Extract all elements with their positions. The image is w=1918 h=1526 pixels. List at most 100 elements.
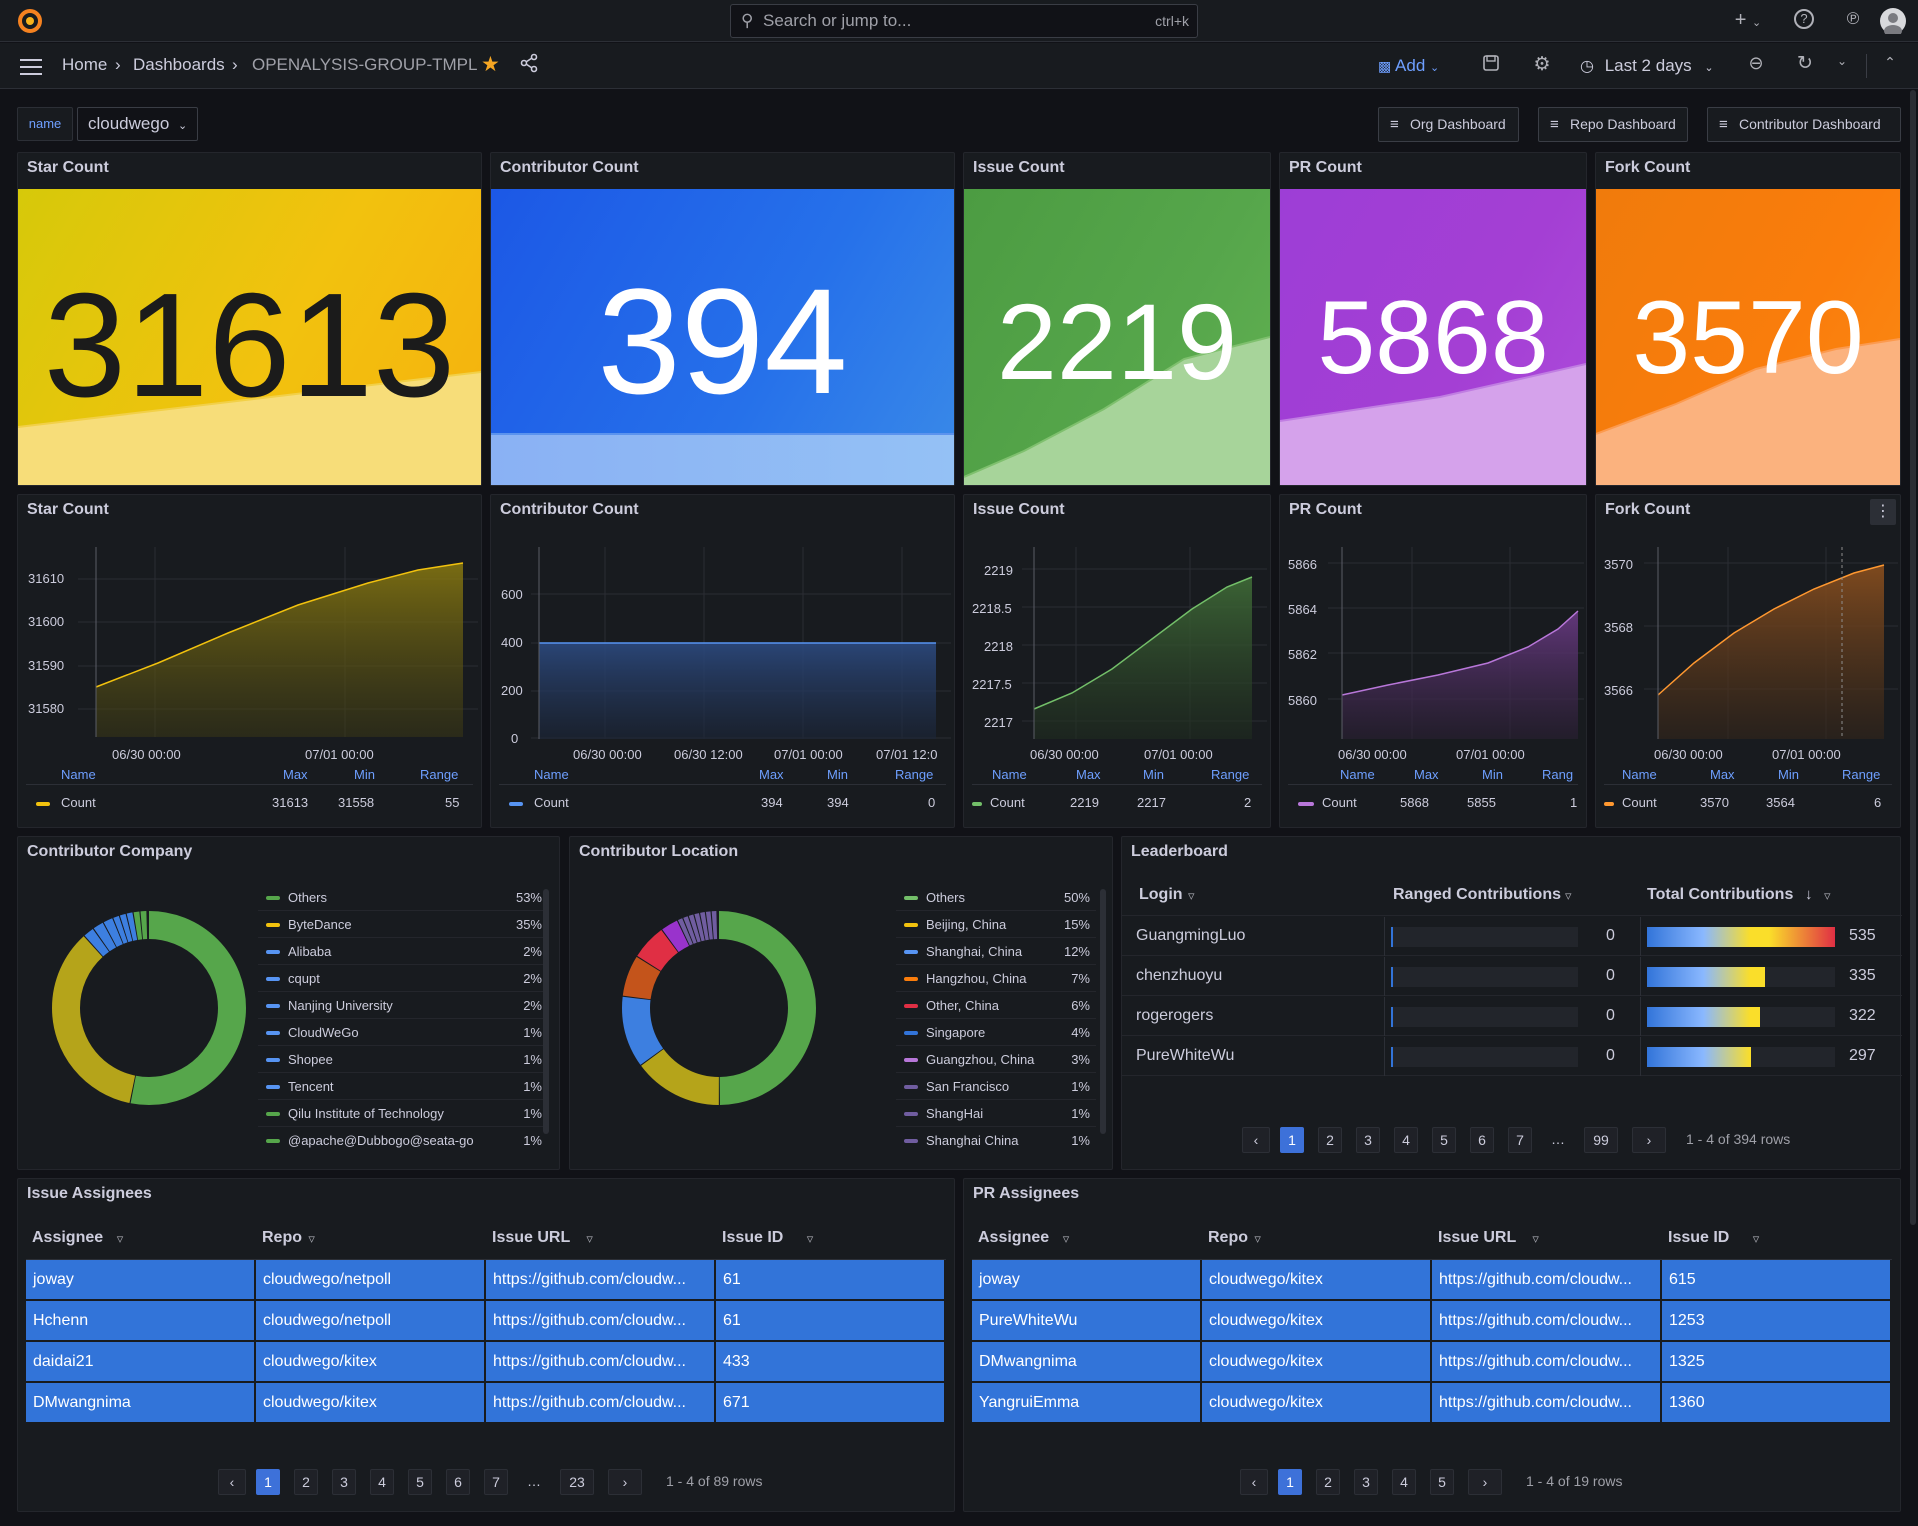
link-org-dashboard[interactable]: ≡ Org Dashboard bbox=[1378, 107, 1519, 142]
page-button[interactable]: 3 bbox=[1356, 1127, 1380, 1153]
legend-series-name[interactable]: Count bbox=[1622, 795, 1657, 810]
page-button[interactable]: 2 bbox=[294, 1469, 318, 1495]
legend-header-min[interactable]: Min bbox=[827, 767, 848, 782]
legend-item[interactable]: Guangzhou, China 3% bbox=[896, 1047, 1096, 1073]
legend-header-range[interactable]: Range bbox=[1211, 767, 1249, 782]
legend-item[interactable]: @apache@Dubbogo@seata-go 1% bbox=[258, 1128, 548, 1154]
table-cell-assignee[interactable]: YangruiEmma bbox=[972, 1383, 1200, 1422]
legend-series-name[interactable]: Count bbox=[534, 795, 569, 810]
table-cell-repo[interactable]: cloudwego/kitex bbox=[256, 1383, 484, 1422]
legend-item[interactable]: CloudWeGo 1% bbox=[258, 1020, 548, 1046]
legend-header-min[interactable]: Min bbox=[1778, 767, 1799, 782]
filter-icon[interactable]: ▿ bbox=[1824, 888, 1831, 904]
filter-icon[interactable]: ▿ bbox=[1565, 888, 1572, 904]
legend-header-range[interactable]: Range bbox=[420, 767, 458, 782]
zoom-out-icon[interactable]: ⊖ bbox=[1745, 53, 1767, 74]
add-button[interactable]: ▩ Add ⌄ bbox=[1378, 56, 1439, 76]
panel-menu-icon[interactable]: ⋮ bbox=[1870, 499, 1896, 525]
page-prev-button[interactable]: ‹ bbox=[1242, 1127, 1270, 1153]
table-cell-issue-id[interactable]: 61 bbox=[716, 1260, 944, 1299]
grafana-logo[interactable] bbox=[16, 7, 44, 35]
page-button[interactable]: 6 bbox=[446, 1469, 470, 1495]
table-cell-issue-id[interactable]: 615 bbox=[1662, 1260, 1890, 1299]
sort-desc-icon[interactable]: ↓ bbox=[1805, 886, 1813, 903]
page-button[interactable]: 1 bbox=[256, 1469, 280, 1495]
table-cell-issue-url[interactable]: https://github.com/cloudw... bbox=[486, 1342, 714, 1381]
menu-icon[interactable] bbox=[20, 57, 42, 75]
table-cell-assignee[interactable]: joway bbox=[972, 1260, 1200, 1299]
page-button[interactable]: 7 bbox=[1508, 1127, 1532, 1153]
table-cell-issue-url[interactable]: https://github.com/cloudw... bbox=[486, 1260, 714, 1299]
table-cell-issue-id[interactable]: 61 bbox=[716, 1301, 944, 1340]
filter-icon[interactable]: ▿ bbox=[1188, 888, 1195, 904]
table-cell-repo[interactable]: cloudwego/netpoll bbox=[256, 1260, 484, 1299]
refresh-icon[interactable]: ↻ bbox=[1794, 52, 1816, 75]
legend-item[interactable]: Others 50% bbox=[896, 885, 1096, 911]
legend-header-max[interactable]: Max bbox=[1076, 767, 1101, 782]
collapse-icon[interactable]: ⌃ bbox=[1879, 54, 1901, 71]
page-button[interactable]: 2 bbox=[1316, 1469, 1340, 1495]
page-button[interactable]: 1 bbox=[1280, 1127, 1304, 1153]
filter-icon[interactable]: ▿ bbox=[586, 1231, 593, 1247]
table-cell-assignee[interactable]: DMwangnima bbox=[26, 1383, 254, 1422]
star-icon[interactable]: ★ bbox=[481, 52, 500, 77]
filter-icon[interactable]: ▿ bbox=[1254, 1231, 1261, 1247]
table-cell-repo[interactable]: cloudwego/kitex bbox=[1202, 1342, 1430, 1381]
user-avatar[interactable] bbox=[1880, 8, 1906, 37]
table-cell-assignee[interactable]: PureWhiteWu bbox=[972, 1301, 1200, 1340]
table-cell-assignee[interactable]: daidai21 bbox=[26, 1342, 254, 1381]
page-button[interactable]: 6 bbox=[1470, 1127, 1494, 1153]
legend-item[interactable]: Shopee 1% bbox=[258, 1047, 548, 1073]
table-cell-issue-url[interactable]: https://github.com/cloudw... bbox=[486, 1383, 714, 1422]
column-header-issue-id[interactable]: Issue ID bbox=[722, 1229, 783, 1247]
filter-icon[interactable]: ▿ bbox=[117, 1231, 124, 1247]
login-cell[interactable]: chenzhuoyu bbox=[1136, 967, 1222, 985]
table-cell-issue-id[interactable]: 671 bbox=[716, 1383, 944, 1422]
legend-header-max[interactable]: Max bbox=[759, 767, 784, 782]
legend-item[interactable]: Shanghai, China 12% bbox=[896, 939, 1096, 965]
page-next-button[interactable]: › bbox=[1632, 1127, 1666, 1153]
filter-icon[interactable]: ▿ bbox=[1753, 1231, 1760, 1247]
table-cell-repo[interactable]: cloudwego/kitex bbox=[1202, 1260, 1430, 1299]
column-header-repo[interactable]: Repo bbox=[1208, 1229, 1248, 1247]
page-button[interactable]: 23 bbox=[560, 1469, 594, 1495]
table-cell-issue-id[interactable]: 1253 bbox=[1662, 1301, 1890, 1340]
legend-header-name[interactable]: Name bbox=[534, 767, 569, 782]
page-button[interactable]: 3 bbox=[1354, 1469, 1378, 1495]
legend-header-name[interactable]: Name bbox=[992, 767, 1027, 782]
legend-header-name[interactable]: Name bbox=[1622, 767, 1657, 782]
page-next-button[interactable]: › bbox=[1468, 1469, 1502, 1495]
legend-item[interactable]: Alibaba 2% bbox=[258, 939, 548, 965]
legend-header-min[interactable]: Min bbox=[1482, 767, 1503, 782]
legend-item[interactable]: Shanghai China 1% bbox=[896, 1128, 1096, 1154]
new-button[interactable]: + ⌄ bbox=[1728, 9, 1768, 32]
page-button[interactable]: 3 bbox=[332, 1469, 356, 1495]
filter-icon[interactable]: ▿ bbox=[807, 1231, 814, 1247]
page-scrollbar[interactable] bbox=[1910, 90, 1916, 1225]
column-header-assignee[interactable]: Assignee bbox=[32, 1229, 103, 1247]
column-header-login[interactable]: Login bbox=[1139, 886, 1183, 904]
filter-icon[interactable]: ▿ bbox=[1532, 1231, 1539, 1247]
table-cell-assignee[interactable]: DMwangnima bbox=[972, 1342, 1200, 1381]
legend-header-range[interactable]: Rang bbox=[1542, 767, 1573, 782]
page-button[interactable]: 4 bbox=[1394, 1127, 1418, 1153]
legend-header-range[interactable]: Range bbox=[895, 767, 933, 782]
legend-item[interactable]: Hangzhou, China 7% bbox=[896, 966, 1096, 992]
column-header-ranged[interactable]: Ranged Contributions bbox=[1393, 886, 1561, 904]
legend-header-name[interactable]: Name bbox=[61, 767, 96, 782]
legend-scrollbar[interactable] bbox=[1100, 889, 1106, 1134]
page-next-button[interactable]: › bbox=[608, 1469, 642, 1495]
table-cell-issue-url[interactable]: https://github.com/cloudw... bbox=[1432, 1301, 1660, 1340]
table-cell-issue-id[interactable]: 433 bbox=[716, 1342, 944, 1381]
table-cell-repo[interactable]: cloudwego/netpoll bbox=[256, 1301, 484, 1340]
login-cell[interactable]: PureWhiteWu bbox=[1136, 1047, 1234, 1065]
column-header-repo[interactable]: Repo bbox=[262, 1229, 302, 1247]
save-icon[interactable] bbox=[1480, 54, 1502, 76]
table-cell-issue-id[interactable]: 1360 bbox=[1662, 1383, 1890, 1422]
table-cell-issue-url[interactable]: https://github.com/cloudw... bbox=[1432, 1260, 1660, 1299]
legend-header-max[interactable]: Max bbox=[1710, 767, 1735, 782]
page-button[interactable]: 5 bbox=[408, 1469, 432, 1495]
legend-item[interactable]: Qilu Institute of Technology 1% bbox=[258, 1101, 548, 1127]
time-range-picker[interactable]: ◷ Last 2 days ⌄ bbox=[1580, 56, 1714, 76]
column-header-issue-url[interactable]: Issue URL bbox=[1438, 1229, 1516, 1247]
